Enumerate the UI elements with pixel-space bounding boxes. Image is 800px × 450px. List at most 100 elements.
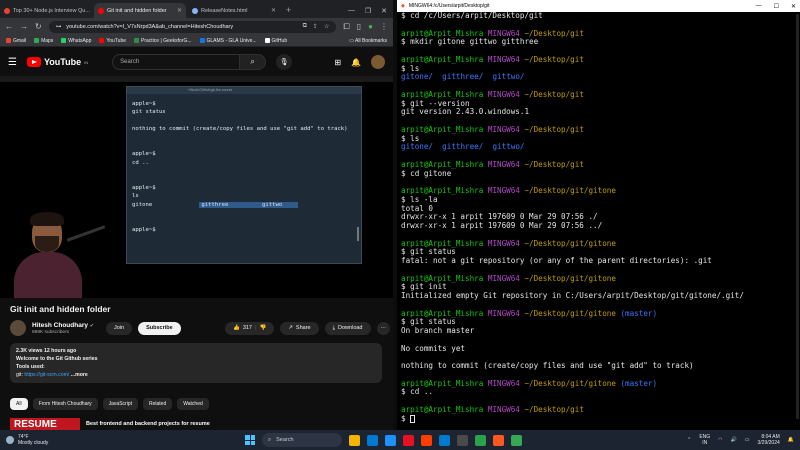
close-icon[interactable]: ✕ — [791, 3, 796, 10]
taskbar-app-icon[interactable] — [475, 434, 486, 446]
text-cursor — [410, 414, 416, 423]
terminal-output[interactable]: $ cd /c/Users/arpit/Desktop/git arpit@Ar… — [401, 12, 796, 430]
taskbar-app-icon[interactable] — [403, 434, 414, 446]
tab-youtube-video[interactable]: Git init and hidden folder ✕ — [94, 3, 186, 18]
show-more-link[interactable]: ...more — [71, 372, 88, 378]
share-button[interactable]: ↗ Share — [280, 321, 319, 335]
more-actions-button[interactable]: ⋯ — [376, 321, 390, 335]
all-bookmarks-button[interactable]: ▭ All Bookmarks — [349, 38, 387, 44]
bookmark-github[interactable]: GitHub — [264, 38, 287, 44]
extensions-icon[interactable]: ⧠ — [343, 22, 349, 32]
recommended-video[interactable]: RESUME Best frontend and backend project… — [10, 418, 210, 430]
download-button[interactable]: ⤓ Download — [324, 321, 371, 335]
bookmark-glams[interactable]: GLAMS - GLA Unive... — [199, 37, 257, 44]
chip-watched[interactable]: Watched — [177, 398, 209, 410]
terminal-output-line: $ ls -la — [401, 194, 438, 204]
profile-icon[interactable]: ● — [368, 22, 373, 31]
prompt-user: arpit@Arpit_Mishra — [401, 238, 484, 248]
channel-name[interactable]: Hitesh Choudhary — [32, 322, 88, 329]
video-description[interactable]: 2.3K views 12 hours ago Welcome to the G… — [10, 343, 382, 383]
join-button[interactable]: Join — [106, 321, 133, 335]
notification-bell-icon[interactable]: 🔔 — [788, 437, 794, 443]
bookmark-gmail[interactable]: Gmail — [6, 38, 26, 44]
chip-from-channel[interactable]: From Hitesh Choudhary — [32, 398, 98, 410]
bookmark-star-icon[interactable]: ☆ — [324, 23, 329, 30]
windows-start-icon[interactable] — [245, 435, 255, 445]
taskbar-app-icon[interactable] — [367, 434, 378, 446]
forward-icon[interactable]: → — [20, 22, 28, 31]
hamburger-menu-icon[interactable]: ☰ — [8, 57, 17, 68]
close-icon[interactable]: ✕ — [177, 7, 182, 14]
chevron-up-icon[interactable]: ⌃ — [687, 437, 691, 443]
prompt-host: MINGW64 — [487, 89, 520, 99]
prompt-user: arpit@Arpit_Mishra — [401, 273, 484, 283]
url-input[interactable]: ⊶ youtube.com/watch?v=I_V7sNrpd3A&ab_cha… — [48, 20, 337, 33]
share-icon[interactable]: ⇪ — [313, 23, 318, 30]
chip-related[interactable]: Related — [142, 398, 173, 410]
taskbar-app-icon[interactable] — [493, 434, 504, 446]
close-icon[interactable]: ✕ — [271, 7, 276, 14]
minimize-icon[interactable]: — — [348, 7, 355, 14]
clock[interactable]: 8:04 AM 3/29/2024 — [758, 434, 780, 446]
avatar[interactable] — [371, 55, 385, 69]
video-player[interactable]: ~/Work/GitHub/git-the-course apple~$ git… — [0, 76, 393, 298]
site-info-icon[interactable]: ⊶ — [56, 24, 62, 30]
directory-entry: gitthree/ — [442, 72, 484, 82]
recommended-title[interactable]: Best frontend and backend projects for r… — [86, 421, 210, 430]
video-title: Git init and hidden folder — [10, 304, 111, 314]
channel-avatar[interactable] — [10, 320, 26, 336]
recommended-thumbnail[interactable]: RESUME — [10, 418, 80, 430]
wifi-icon[interactable]: ◠ — [718, 437, 722, 443]
volume-icon[interactable]: 🔊 — [731, 437, 737, 443]
prompt-user: arpit@Arpit_Mishra — [401, 404, 484, 414]
glams-icon — [199, 37, 205, 43]
terminal-output-line: No commits yet — [401, 343, 466, 353]
taskbar-app-icon[interactable] — [349, 434, 360, 446]
terminal-scrollbar[interactable] — [796, 14, 799, 419]
reload-icon[interactable]: ↻ — [35, 22, 42, 31]
prompt-user: arpit@Arpit_Mishra — [401, 124, 484, 134]
close-icon[interactable]: ✕ — [381, 7, 387, 15]
chip-all[interactable]: All — [10, 398, 28, 410]
taskbar-app-icon[interactable] — [439, 434, 450, 446]
back-icon[interactable]: ← — [5, 22, 13, 31]
tab-release-notes[interactable]: ReleaseNotes.html ✕ — [188, 3, 280, 18]
language-indicator[interactable]: ENG IN — [699, 434, 710, 446]
minimize-icon[interactable]: — — [756, 3, 762, 10]
new-tab-button[interactable]: + — [282, 3, 295, 18]
bookmark-youtube[interactable]: YouTube — [99, 38, 126, 44]
youtube-logo[interactable]: YouTube IN — [26, 57, 88, 67]
like-dislike-button[interactable]: 👍 317 | 👎 — [224, 321, 275, 335]
menu-icon[interactable]: ⋮ — [380, 22, 388, 31]
gfg-icon — [134, 37, 140, 43]
thumbs-down-icon[interactable]: 👎 — [259, 325, 266, 331]
taskbar-search[interactable]: ⌕ Search — [262, 433, 342, 447]
search-icon[interactable]: ⌕ — [240, 54, 267, 70]
tab-nodejs[interactable]: Top 30+ Node.js Interview Qu...✕ — [0, 3, 92, 18]
prompt-path: ~/Desktop/git — [524, 404, 584, 414]
maximize-icon[interactable]: ❐ — [365, 7, 371, 15]
directory-entry: gittwo/ — [492, 72, 525, 82]
battery-icon[interactable]: ▭ — [745, 437, 750, 443]
create-video-icon[interactable]: ⊞ — [334, 58, 341, 67]
taskbar-app-icon[interactable] — [511, 434, 522, 446]
sidebar-icon[interactable]: ▯ — [357, 22, 361, 31]
subscribe-button[interactable]: Subscribe — [138, 321, 181, 335]
taskbar-app-icon[interactable] — [385, 434, 396, 446]
open-in-app-icon[interactable]: ⧉ — [303, 23, 307, 30]
weather-widget[interactable]: 74°F Mostly cloudy — [6, 434, 48, 446]
taskbar-app-icon[interactable] — [421, 434, 432, 446]
bookmark-whatsapp[interactable]: WhatsApp — [61, 38, 91, 44]
bookmark-geeksforgeeks[interactable]: Practice | GeeksforG... — [134, 37, 192, 44]
video-terminal-scrollbar — [357, 227, 359, 241]
notifications-bell-icon[interactable]: 🔔 — [351, 58, 361, 67]
thumbs-up-icon[interactable]: 👍 — [233, 325, 240, 331]
maximize-icon[interactable]: ☐ — [774, 3, 779, 10]
search-input[interactable]: Search — [112, 54, 241, 70]
chip-javascript[interactable]: JavaScript — [102, 398, 138, 410]
prompt-host: MINGW64 — [487, 308, 520, 318]
taskbar-app-icon[interactable] — [457, 434, 468, 446]
git-scm-link[interactable]: https://git-scm.com/ — [24, 372, 69, 378]
microphone-icon[interactable]: 🎙 — [276, 54, 293, 70]
bookmark-maps[interactable]: Maps — [34, 38, 53, 44]
